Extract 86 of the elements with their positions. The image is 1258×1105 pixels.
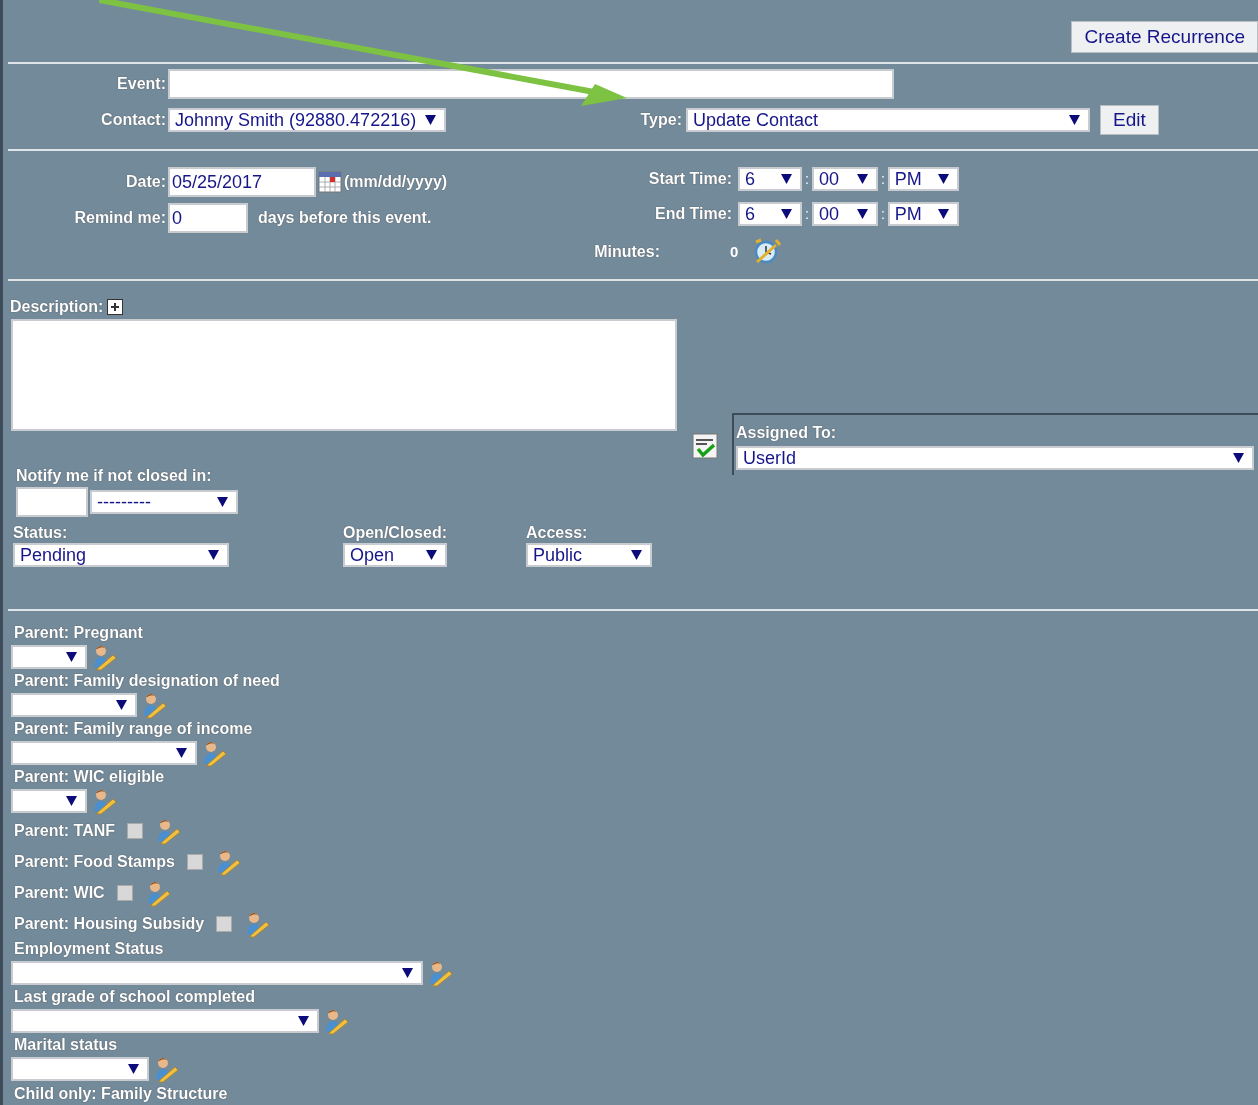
caret-icon bbox=[856, 174, 868, 184]
start-minute-select[interactable]: 00 bbox=[811, 167, 878, 191]
field-label: Minutes: bbox=[594, 242, 660, 262]
checkbox[interactable] bbox=[186, 853, 203, 870]
end-minute-select[interactable]: 00 bbox=[811, 202, 878, 226]
field-label: Start Time: bbox=[648, 169, 732, 189]
edit-button[interactable]: Edit bbox=[1100, 105, 1159, 135]
create-recurrence-button[interactable]: Create Recurrence bbox=[1071, 21, 1258, 53]
end-hour-select[interactable]: 6 bbox=[738, 202, 802, 226]
field-label: Contact: bbox=[101, 110, 166, 130]
status-select[interactable]: Pending bbox=[13, 543, 229, 567]
field-label: Access: bbox=[526, 523, 589, 543]
time-separator: : bbox=[880, 169, 885, 189]
field-label: Parent: Family range of income bbox=[13, 719, 254, 739]
field-label: Remind me: bbox=[74, 208, 166, 228]
caret-icon bbox=[781, 174, 792, 184]
field-label: End Time: bbox=[654, 204, 732, 224]
checkbox[interactable] bbox=[116, 884, 133, 901]
field-label: Child only: Family Structure bbox=[13, 1084, 229, 1104]
field-label: Date: bbox=[126, 172, 166, 192]
calendar-icon[interactable] bbox=[318, 171, 342, 193]
notify-unit-select[interactable]: --------- bbox=[90, 490, 238, 514]
field-label: Marital status bbox=[13, 1035, 119, 1055]
caret-icon bbox=[128, 1064, 139, 1074]
field-label: Parent: WIC bbox=[14, 882, 105, 903]
contact-select[interactable]: Johnny Smith (92880.472216) bbox=[168, 108, 446, 132]
remind-days-input[interactable]: 0 bbox=[168, 203, 248, 233]
expand-icon[interactable] bbox=[107, 299, 124, 315]
caret-icon bbox=[856, 209, 868, 219]
event-input[interactable] bbox=[168, 69, 894, 99]
date-input[interactable]: 05/25/2017 bbox=[168, 167, 316, 197]
caret-icon bbox=[1069, 115, 1080, 125]
caret-icon bbox=[66, 652, 77, 662]
checkbox[interactable] bbox=[127, 822, 144, 839]
field-label: (mm/dd/yyyy) bbox=[344, 172, 448, 192]
field-label: Parent: Housing Subsidy bbox=[14, 913, 205, 934]
field-select[interactable] bbox=[11, 1057, 149, 1081]
field-select[interactable] bbox=[11, 693, 137, 717]
field-select[interactable] bbox=[11, 645, 87, 669]
caret-icon bbox=[937, 174, 949, 184]
caret-icon bbox=[116, 700, 127, 710]
field-select[interactable] bbox=[11, 789, 87, 813]
type-select[interactable]: Update Contact bbox=[686, 108, 1090, 132]
field-label: Open/Closed: bbox=[343, 523, 448, 543]
caret-icon bbox=[217, 497, 228, 507]
spellcheck-icon[interactable] bbox=[692, 433, 718, 459]
field-select[interactable] bbox=[11, 741, 197, 765]
time-separator: : bbox=[880, 204, 885, 224]
caret-icon bbox=[1233, 453, 1244, 463]
field-label: Parent: TANF bbox=[14, 820, 116, 841]
assigned-to-select[interactable]: UserId bbox=[736, 446, 1254, 470]
caret-icon bbox=[631, 550, 642, 560]
caret-icon bbox=[298, 1016, 309, 1026]
assigned-to-label: Assigned To: bbox=[736, 423, 838, 443]
field-label: Parent: Family designation of need bbox=[13, 671, 281, 691]
caret-icon bbox=[426, 550, 437, 560]
caret-icon bbox=[425, 115, 436, 125]
minutes-value: 0 bbox=[730, 241, 739, 262]
caret-icon bbox=[66, 796, 77, 806]
field-label: Event: bbox=[117, 74, 166, 94]
field-label: Parent: WIC eligible bbox=[13, 767, 166, 787]
caret-icon bbox=[208, 550, 219, 560]
field-label: Last grade of school completed bbox=[13, 987, 256, 1007]
notify-amount-input[interactable] bbox=[16, 487, 88, 517]
time-separator: : bbox=[805, 204, 809, 224]
caret-icon bbox=[402, 968, 413, 978]
start-ampm-select[interactable]: PM bbox=[887, 167, 959, 191]
start-hour-select[interactable]: 6 bbox=[738, 167, 802, 191]
checkbox[interactable] bbox=[216, 915, 233, 932]
end-ampm-select[interactable]: PM bbox=[887, 202, 959, 226]
field-label: Status: bbox=[13, 523, 69, 543]
field-label: Type: bbox=[640, 110, 682, 130]
field-label: Parent: Pregnant bbox=[13, 623, 144, 643]
time-separator: : bbox=[805, 169, 809, 189]
field-label: Description: bbox=[10, 297, 104, 317]
open-closed-select[interactable]: Open bbox=[343, 543, 447, 567]
caret-icon bbox=[781, 209, 792, 219]
field-select[interactable] bbox=[11, 961, 423, 985]
field-label: Parent: Food Stamps bbox=[14, 851, 175, 872]
field-select[interactable] bbox=[11, 1009, 319, 1033]
caret-icon bbox=[937, 209, 949, 219]
caret-icon bbox=[176, 748, 187, 758]
access-select[interactable]: Public bbox=[526, 543, 652, 567]
field-label: Notify me if not closed in: bbox=[16, 466, 213, 486]
field-label: Employment Status bbox=[13, 939, 165, 959]
field-label: days before this event. bbox=[258, 208, 432, 228]
